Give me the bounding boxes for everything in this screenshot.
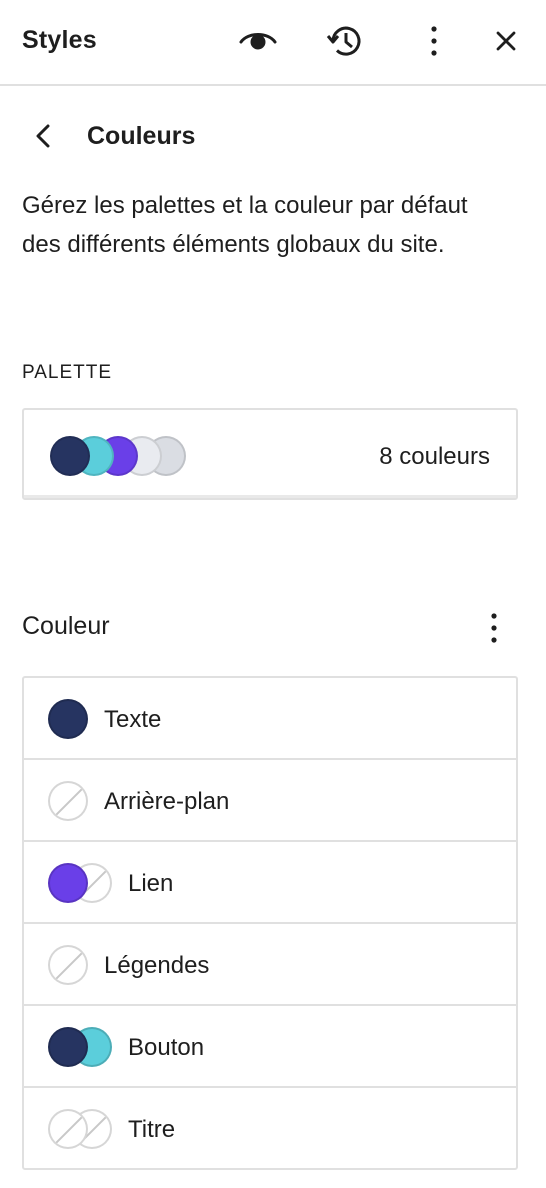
color-indicator bbox=[48, 945, 88, 985]
color-item-legendes[interactable]: Légendes bbox=[24, 922, 516, 1004]
color-item-label: Légendes bbox=[104, 952, 210, 979]
color-item-label: Lien bbox=[128, 870, 174, 897]
revisions-button[interactable] bbox=[325, 21, 365, 61]
palette-color-count: 8 couleurs bbox=[379, 443, 490, 470]
history-icon bbox=[326, 26, 361, 56]
color-item-bouton[interactable]: Bouton bbox=[24, 1004, 516, 1086]
panel-title: Styles bbox=[22, 26, 97, 54]
color-item-titre[interactable]: Titre bbox=[24, 1086, 516, 1168]
eye-icon bbox=[239, 33, 277, 50]
color-indicator bbox=[48, 863, 88, 903]
color-elements-list: Texte Arrière-plan Lien Légendes Bouton … bbox=[22, 676, 518, 1170]
color-indicator bbox=[48, 781, 88, 821]
color-item-label: Titre bbox=[128, 1116, 176, 1143]
color-elements-heading: Couleur bbox=[22, 612, 110, 640]
more-options-button[interactable] bbox=[414, 21, 454, 61]
more-vertical-icon bbox=[491, 613, 497, 643]
color-indicator bbox=[48, 699, 88, 739]
palette-swatch bbox=[50, 436, 90, 476]
section-title: Couleurs bbox=[87, 122, 196, 150]
styles-header: Styles bbox=[0, 0, 546, 86]
more-vertical-icon bbox=[431, 26, 437, 56]
section-description: Gérez les palettes et la couleur par déf… bbox=[22, 192, 468, 258]
color-item-label: Texte bbox=[104, 706, 162, 733]
color-item-label: Bouton bbox=[128, 1034, 205, 1061]
palette-button[interactable]: 8 couleurs bbox=[22, 408, 518, 500]
close-icon bbox=[496, 31, 516, 51]
close-button[interactable] bbox=[486, 21, 526, 61]
back-button[interactable] bbox=[26, 118, 62, 154]
color-indicator bbox=[48, 1109, 88, 1149]
color-item-lien[interactable]: Lien bbox=[24, 840, 516, 922]
color-item-arriere-plan[interactable]: Arrière-plan bbox=[24, 758, 516, 840]
preview-button[interactable] bbox=[238, 21, 278, 61]
palette-label: Palette bbox=[22, 362, 113, 383]
color-item-texte[interactable]: Texte bbox=[24, 678, 516, 760]
color-item-label: Arrière-plan bbox=[104, 788, 230, 815]
color-indicator bbox=[48, 1027, 88, 1067]
navigator-header: Couleurs bbox=[0, 112, 546, 162]
color-options-button[interactable] bbox=[474, 608, 514, 648]
chevron-left-icon bbox=[36, 124, 50, 148]
